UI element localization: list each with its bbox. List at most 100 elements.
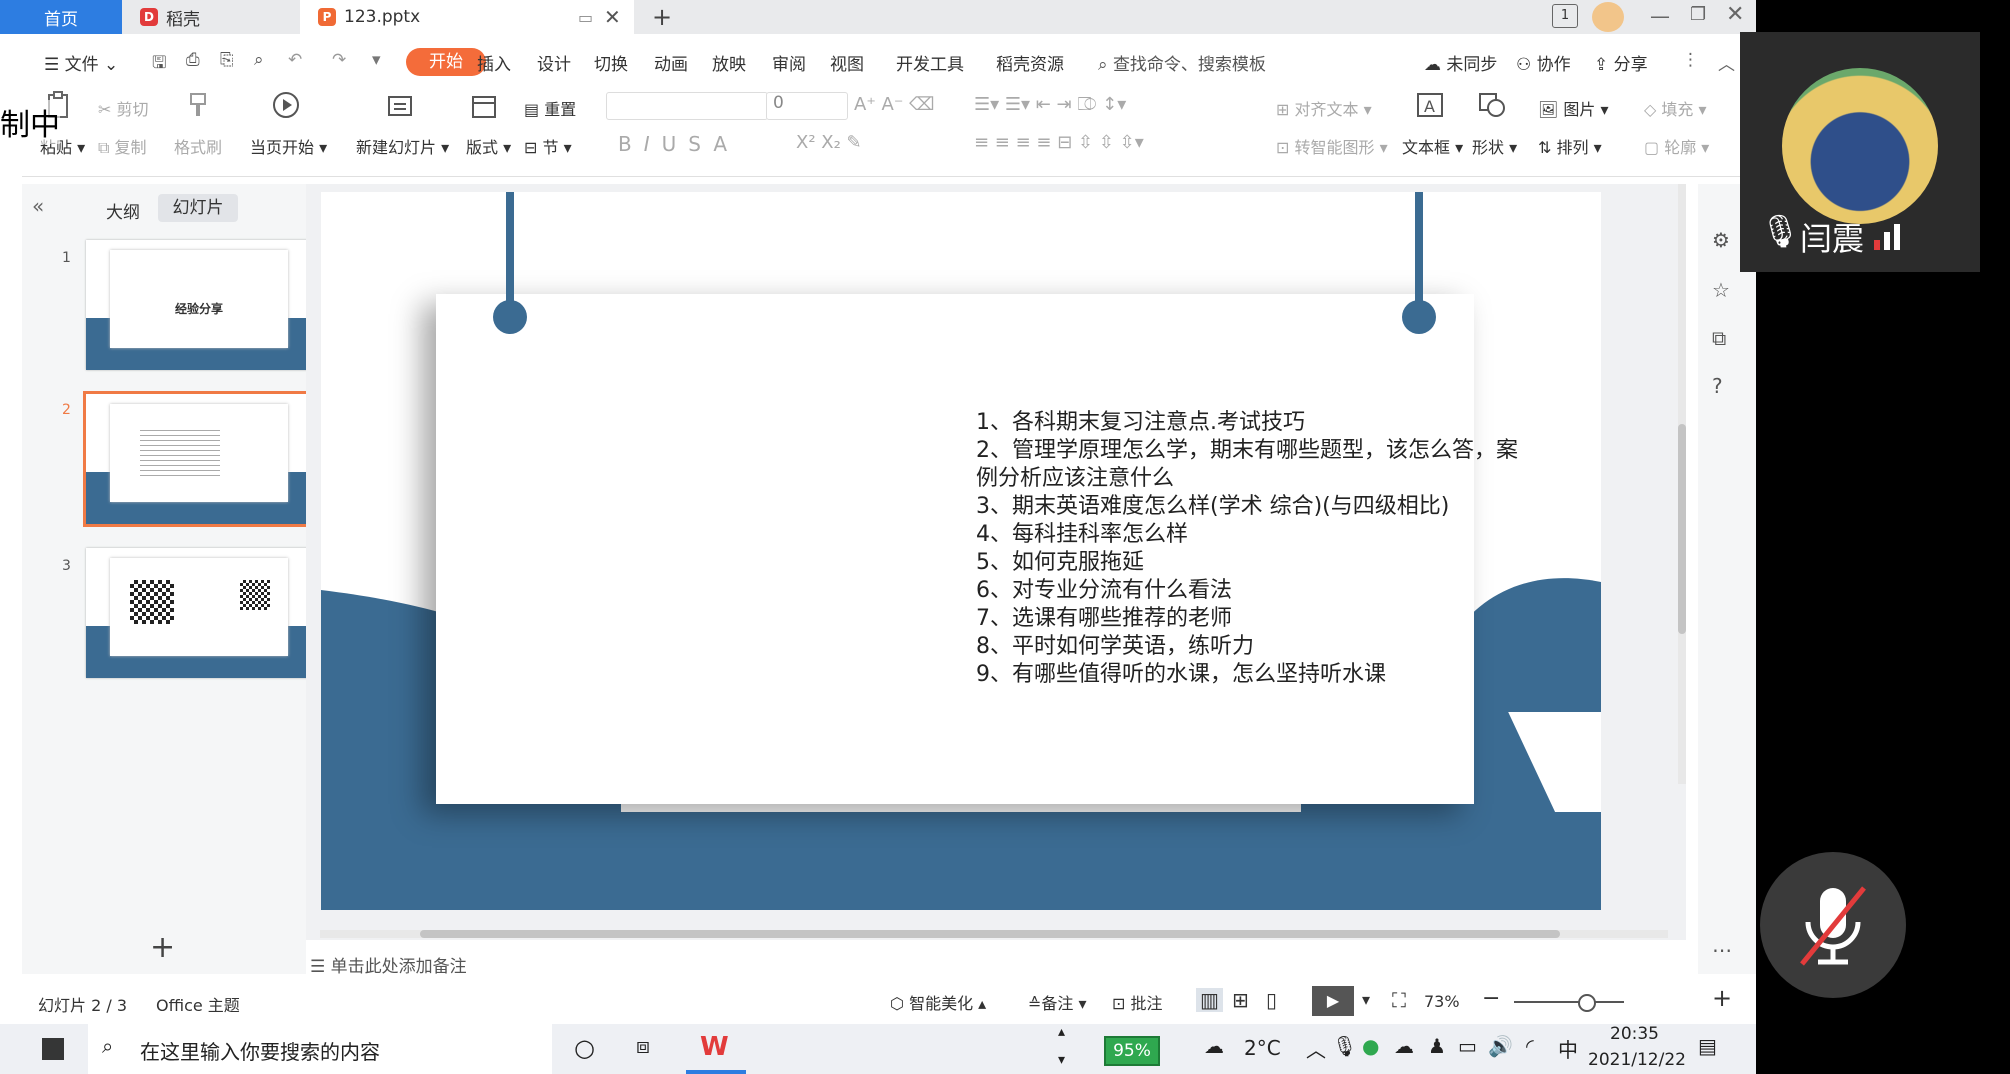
- arrange-button[interactable]: ⇅ 排列 ▾: [1538, 134, 1602, 158]
- fit-window-icon[interactable]: ⛶: [1392, 988, 1406, 1012]
- picture-button[interactable]: 🖼 图片 ▾: [1538, 96, 1609, 120]
- pin-window-icon[interactable]: ▭: [578, 8, 593, 27]
- play-dropdown-icon[interactable]: ▾: [1362, 990, 1370, 1009]
- font-grow-shrink-icon[interactable]: A⁺ A⁻ ⌫: [854, 94, 935, 115]
- zoom-slider-thumb[interactable]: [1578, 994, 1596, 1012]
- collaborate-button[interactable]: ⚇ 协作: [1516, 50, 1571, 75]
- volume-icon[interactable]: 🔊: [1488, 1034, 1513, 1058]
- battery-tray-icon[interactable]: ▭: [1458, 1034, 1477, 1058]
- cortana-icon[interactable]: ○: [574, 1034, 595, 1062]
- new-slide-button[interactable]: 新建幻灯片 ▾: [356, 134, 449, 158]
- menu-transition[interactable]: 切换: [594, 50, 628, 75]
- restore-icon[interactable]: ❐: [1690, 4, 1706, 25]
- export-pdf-icon[interactable]: ⎙: [186, 50, 200, 70]
- undo-icon[interactable]: ↶: [288, 50, 302, 70]
- task-view-icon[interactable]: ⧈: [636, 1034, 650, 1059]
- menu-insert[interactable]: 插入: [477, 50, 511, 75]
- section-button[interactable]: ⊟ 节 ▾: [524, 134, 572, 158]
- shape-icon[interactable]: [1476, 90, 1508, 120]
- more-icon[interactable]: ⋮: [1682, 50, 1699, 70]
- tab-daoke[interactable]: D 稻壳: [122, 0, 292, 34]
- windows-start-icon[interactable]: [42, 1038, 64, 1060]
- tab-home[interactable]: 首页: [0, 0, 122, 34]
- align-text-button[interactable]: ⊞ 对齐文本 ▾: [1276, 96, 1372, 120]
- copy-button[interactable]: ⧉ 复制: [98, 134, 147, 158]
- reading-view-icon[interactable]: ▯: [1266, 988, 1277, 1012]
- zoom-slider[interactable]: [1514, 994, 1624, 1012]
- slide-thumb-2[interactable]: [83, 391, 315, 527]
- font-size-select[interactable]: 0: [766, 92, 848, 120]
- format-painter-icon[interactable]: [182, 90, 214, 120]
- help-icon[interactable]: ?: [1712, 374, 1723, 398]
- ime-indicator[interactable]: 中: [1558, 1034, 1578, 1063]
- mute-mic-button[interactable]: [1760, 852, 1906, 998]
- battery-badge[interactable]: 95%: [1104, 1036, 1160, 1066]
- redo-icon[interactable]: ↷: [332, 50, 346, 70]
- convert-smartart-button[interactable]: ⊡ 转智能图形 ▾: [1276, 134, 1388, 158]
- slide-thumb-1[interactable]: 经验分享: [86, 240, 312, 370]
- zoom-in-icon[interactable]: +: [1712, 984, 1732, 1012]
- properties-icon[interactable]: ⚙: [1712, 228, 1730, 252]
- collapse-panel-icon[interactable]: «: [32, 194, 44, 218]
- notes-toggle-button[interactable]: ≙备注 ▾: [1028, 990, 1087, 1014]
- paragraph-align-icons[interactable]: ≡ ≡ ≡ ≡ ⊟ ⇳ ⇳ ⇳▾: [974, 132, 1144, 153]
- new-slide-icon[interactable]: [384, 90, 416, 120]
- cut-button[interactable]: ✂ 剪切: [98, 96, 149, 120]
- close-window-icon[interactable]: ✕: [1726, 2, 1744, 27]
- more-tools-icon[interactable]: ⋯: [1712, 938, 1732, 962]
- tab-slides[interactable]: 幻灯片: [158, 194, 238, 222]
- tab-outline[interactable]: 大纲: [106, 198, 140, 223]
- play-icon[interactable]: [270, 90, 302, 120]
- notification-center-icon[interactable]: ▤: [1698, 1034, 1717, 1058]
- command-search[interactable]: ⌕ 查找命令、搜索模板: [1098, 50, 1266, 75]
- horizontal-scrollbar[interactable]: [320, 930, 1668, 938]
- zoom-level[interactable]: 73%: [1424, 992, 1460, 1011]
- zoom-out-icon[interactable]: −: [1482, 986, 1500, 1011]
- menu-view[interactable]: 视图: [830, 50, 864, 75]
- close-tab-icon[interactable]: ✕: [604, 5, 621, 29]
- qq-tray-icon[interactable]: ♟: [1428, 1034, 1446, 1058]
- tab-file[interactable]: P 123.pptx ▭ ✕: [300, 0, 634, 34]
- collapse-ribbon-icon[interactable]: ︿: [1718, 50, 1735, 75]
- file-menu[interactable]: ☰ 文件 ⌄: [44, 50, 118, 75]
- scroll-down-icon[interactable]: ▾: [1058, 1052, 1065, 1068]
- text-style-icons[interactable]: BIUSA: [618, 132, 739, 156]
- save-icon[interactable]: 🖫: [152, 50, 166, 79]
- slide-thumb-3[interactable]: [86, 548, 312, 678]
- play-from-current-button[interactable]: 当页开始 ▾: [250, 134, 327, 158]
- wps-taskbar-icon[interactable]: W: [700, 1032, 729, 1062]
- clock-time[interactable]: 20:35: [1610, 1024, 1659, 1044]
- add-slide-button[interactable]: +: [150, 930, 175, 965]
- normal-view-icon[interactable]: ▥: [1196, 988, 1223, 1012]
- menu-daoke-resources[interactable]: 稻壳资源: [996, 50, 1064, 75]
- minimize-icon[interactable]: —: [1650, 4, 1670, 28]
- mic-tray-icon[interactable]: 🎙: [1332, 1034, 1357, 1058]
- weather-icon[interactable]: ☁: [1204, 1034, 1224, 1058]
- animation-pane-icon[interactable]: ☆: [1712, 278, 1730, 302]
- layout-button[interactable]: 版式 ▾: [466, 134, 511, 158]
- menu-animation[interactable]: 动画: [654, 50, 688, 75]
- outline-button[interactable]: ▢ 轮廓 ▾: [1644, 134, 1709, 158]
- reset-button[interactable]: ▤ 重置: [524, 96, 576, 120]
- taskbar-search-box[interactable]: ⌕ 在这里输入你要搜索的内容: [88, 1024, 552, 1074]
- menu-review[interactable]: 审阅: [772, 50, 806, 75]
- slides-pane-icon[interactable]: ⧉: [1712, 326, 1726, 350]
- share-button[interactable]: ⇪ 分享: [1594, 50, 1648, 75]
- text-box-icon[interactable]: A: [1414, 90, 1446, 120]
- window-count-icon[interactable]: 1: [1552, 4, 1578, 28]
- temperature[interactable]: 2°C: [1244, 1036, 1281, 1060]
- list-icons[interactable]: ☰▾ ☰▾ ⇤ ⇥ ⎄ ↕▾: [974, 94, 1126, 115]
- shape-button[interactable]: 形状 ▾: [1472, 134, 1517, 158]
- quick-access-dropdown-icon[interactable]: ▾: [372, 50, 381, 70]
- show-hidden-icons[interactable]: ︿: [1306, 1034, 1326, 1063]
- comment-button[interactable]: ⊡ 批注: [1112, 990, 1163, 1014]
- preview-icon[interactable]: ⌕: [254, 50, 264, 70]
- slideshow-play-button[interactable]: ▶: [1312, 986, 1354, 1016]
- new-tab-icon[interactable]: +: [650, 0, 674, 34]
- user-avatar[interactable]: [1592, 2, 1624, 32]
- wechat-tray-icon[interactable]: ●: [1362, 1034, 1379, 1058]
- format-painter-button[interactable]: 格式刷: [174, 134, 222, 158]
- superscript-subscript-icon[interactable]: X² X₂ ✎: [796, 132, 862, 153]
- menu-start[interactable]: 开始: [406, 48, 486, 76]
- sorter-view-icon[interactable]: ⊞: [1232, 988, 1249, 1012]
